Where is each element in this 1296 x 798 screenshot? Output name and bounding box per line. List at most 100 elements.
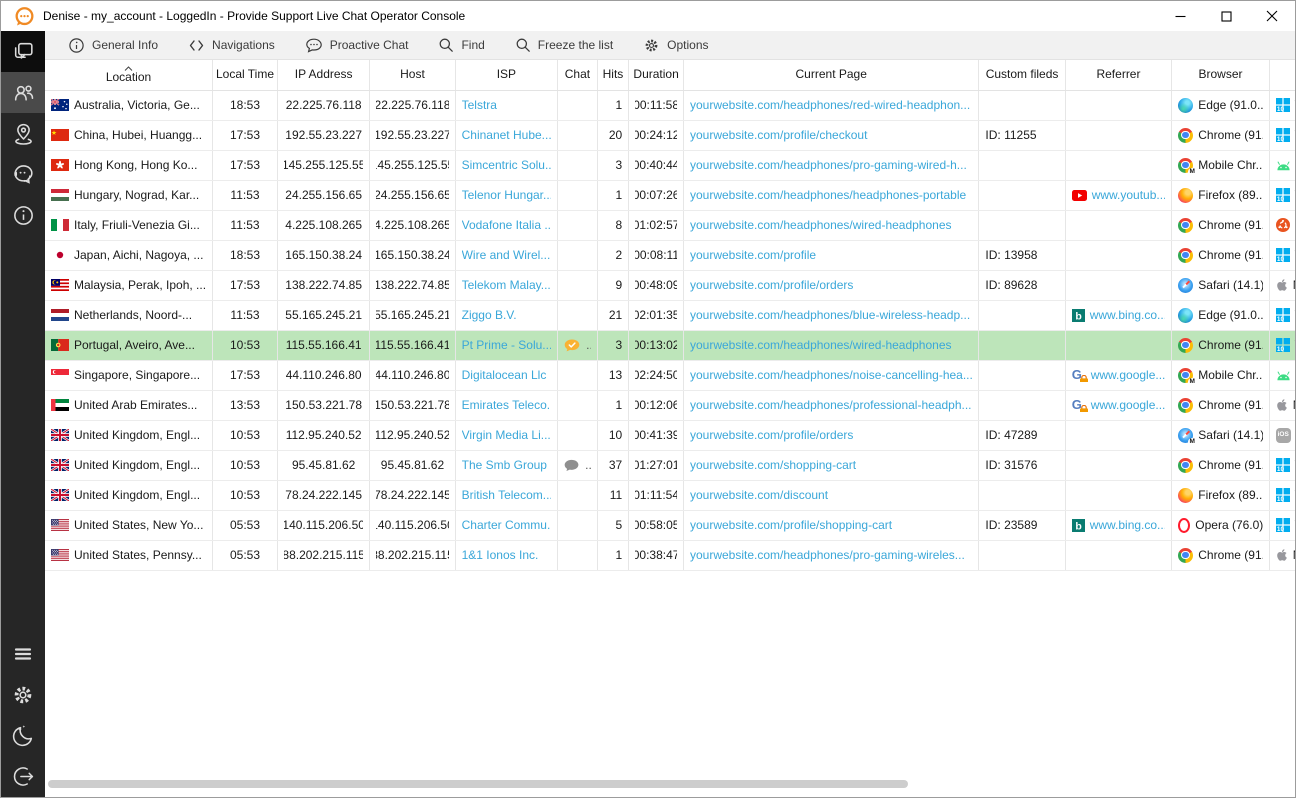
table-row[interactable]: Hong Kong, Hong Ko...17:53145.255.125.55… — [45, 150, 1295, 180]
referrer-link[interactable]: www.bing.co... — [1090, 518, 1166, 532]
referrer-link[interactable]: www.youtub... — [1092, 188, 1166, 202]
referrer-link[interactable]: www.bing.co... — [1090, 308, 1166, 322]
referrer-link[interactable]: www.google... — [1091, 368, 1166, 382]
ip-address-text: 24.255.156.65 — [285, 188, 362, 202]
cell-chat: ... — [558, 450, 598, 480]
column-header-os[interactable]: OS — [1269, 60, 1295, 90]
table-row[interactable]: Malaysia, Perak, Ipoh, ...17:53138.222.7… — [45, 270, 1295, 300]
sidebar-item-night-mode[interactable] — [1, 715, 45, 756]
column-header-chat[interactable]: Chat — [558, 60, 598, 90]
column-header-browser[interactable]: Browser — [1172, 60, 1269, 90]
cell-hits: 3 — [597, 330, 628, 360]
minimize-button[interactable] — [1157, 1, 1203, 31]
table-row[interactable]: Netherlands, Noord-...11:5355.165.245.21… — [45, 300, 1295, 330]
current-page-link[interactable]: yourwebsite.com/headphones/pro-gaming-wi… — [690, 158, 967, 172]
toolbar-find-button[interactable]: Find — [423, 31, 499, 59]
sidebar-item-logout[interactable] — [1, 756, 45, 797]
isp-link[interactable]: The Smb Group — [462, 458, 547, 472]
current-page-link[interactable]: yourwebsite.com/profile/checkout — [690, 128, 867, 142]
table-row[interactable]: Japan, Aichi, Nagoya, ...18:53165.150.38… — [45, 240, 1295, 270]
sidebar-item-visitors[interactable] — [1, 72, 45, 113]
hits-count: 20 — [609, 128, 622, 142]
current-page-link[interactable]: yourwebsite.com/headphones/pro-gaming-wi… — [690, 548, 965, 562]
flag-us-icon — [51, 519, 69, 531]
current-page-link[interactable]: yourwebsite.com/profile/orders — [690, 278, 853, 292]
geo-location-icon — [11, 121, 36, 146]
cell-os: 10Win — [1269, 300, 1295, 330]
isp-link[interactable]: Telenor Hungar... — [462, 188, 552, 202]
current-page-link[interactable]: yourwebsite.com/headphones/wired-headpho… — [690, 338, 952, 352]
table-row[interactable]: United Kingdom, Engl...10:5395.45.81.629… — [45, 450, 1295, 480]
sidebar-item-menu[interactable] — [1, 633, 45, 674]
cell-browser: Chrome (91... — [1172, 210, 1269, 240]
column-header-page[interactable]: Current Page — [684, 60, 979, 90]
table-row[interactable]: China, Hubei, Huangg...17:53192.55.23.22… — [45, 120, 1295, 150]
isp-link[interactable]: Digitalocean Llc — [462, 368, 547, 382]
column-header-custom[interactable]: Custom fileds — [979, 60, 1065, 90]
isp-link[interactable]: Emirates Teleco... — [462, 398, 552, 412]
sidebar-top-group — [1, 31, 45, 236]
cell-hits: 1 — [597, 90, 628, 120]
toolbar-options-button[interactable]: Options — [628, 31, 723, 59]
isp-link[interactable]: Charter Commu... — [462, 518, 552, 532]
table-row[interactable]: Portugal, Aveiro, Ave...10:53115.55.166.… — [45, 330, 1295, 360]
isp-link[interactable]: 1&1 Ionos Inc. — [462, 548, 539, 562]
table-row[interactable]: United States, Pennsy...05:5388.202.215.… — [45, 540, 1295, 570]
chrome-icon — [1178, 398, 1193, 413]
close-button[interactable] — [1249, 1, 1295, 31]
referrer-link[interactable]: www.google... — [1091, 398, 1166, 412]
isp-link[interactable]: Chinanet Hube... — [462, 128, 552, 142]
current-page-link[interactable]: yourwebsite.com/headphones/professional-… — [690, 398, 972, 412]
current-page-link[interactable]: yourwebsite.com/profile/shopping-cart — [690, 518, 892, 532]
table-row[interactable]: United Kingdom, Engl...10:5378.24.222.14… — [45, 480, 1295, 510]
isp-link[interactable]: British Telecom... — [462, 488, 552, 502]
column-header-host[interactable]: Host — [370, 60, 455, 90]
column-header-isp[interactable]: ISP — [455, 60, 558, 90]
cell-page: yourwebsite.com/profile/shopping-cart — [684, 510, 979, 540]
sidebar-item-operator-chat[interactable] — [1, 154, 45, 195]
isp-link[interactable]: Telekom Malay... — [462, 278, 551, 292]
cell-referrer — [1065, 540, 1172, 570]
maximize-button[interactable] — [1203, 1, 1249, 31]
sidebar-item-geo-location[interactable] — [1, 113, 45, 154]
isp-link[interactable]: Pt Prime - Solu... — [462, 338, 552, 352]
table-row[interactable]: Hungary, Nograd, Kar...11:5324.255.156.6… — [45, 180, 1295, 210]
current-page-link[interactable]: yourwebsite.com/headphones/noise-cancell… — [690, 368, 972, 382]
current-page-link[interactable]: yourwebsite.com/headphones/wired-headpho… — [690, 218, 952, 232]
toolbar-freeze-the-list-button[interactable]: Freeze the list — [500, 31, 628, 59]
table-row[interactable]: Australia, Victoria, Ge...18:5322.225.76… — [45, 90, 1295, 120]
current-page-link[interactable]: yourwebsite.com/profile — [690, 248, 816, 262]
toolbar-general-info-button[interactable]: General Info — [53, 31, 173, 59]
current-page-link[interactable]: yourwebsite.com/headphones/red-wired-hea… — [690, 98, 970, 112]
cell-referrer — [1065, 210, 1172, 240]
toolbar-navigations-button[interactable]: Navigations — [173, 31, 290, 59]
current-page-link[interactable]: yourwebsite.com/profile/orders — [690, 428, 853, 442]
column-header-duration[interactable]: Duration — [629, 60, 684, 90]
column-header-referrer[interactable]: Referrer — [1065, 60, 1172, 90]
column-header-hits[interactable]: Hits — [597, 60, 628, 90]
table-row[interactable]: Singapore, Singapore...17:5344.110.246.8… — [45, 360, 1295, 390]
isp-link[interactable]: Vodafone Italia ... — [462, 218, 552, 232]
table-row[interactable]: United Kingdom, Engl...10:53112.95.240.5… — [45, 420, 1295, 450]
table-row[interactable]: Italy, Friuli-Venezia Gi...11:534.225.10… — [45, 210, 1295, 240]
toolbar-proactive-chat-button[interactable]: Proactive Chat — [290, 31, 424, 59]
isp-link[interactable]: Wire and Wirel... — [462, 248, 551, 262]
sidebar-item-settings[interactable] — [1, 674, 45, 715]
isp-link[interactable]: Ziggo B.V. — [462, 308, 517, 322]
current-page-link[interactable]: yourwebsite.com/headphones/headphones-po… — [690, 188, 966, 202]
isp-link[interactable]: Virgin Media Li... — [462, 428, 551, 442]
table-row[interactable]: United Arab Emirates...13:53150.53.221.7… — [45, 390, 1295, 420]
sidebar-item-information[interactable] — [1, 195, 45, 236]
sidebar-item-chats[interactable] — [1, 31, 45, 72]
isp-link[interactable]: Simcentric Solu... — [462, 158, 552, 172]
isp-link[interactable]: Telstra — [462, 98, 497, 112]
operator-chat-icon — [11, 162, 36, 187]
current-page-link[interactable]: yourwebsite.com/headphones/blue-wireless… — [690, 308, 970, 322]
column-header-location[interactable]: Location — [45, 60, 213, 90]
current-page-link[interactable]: yourwebsite.com/shopping-cart — [690, 458, 856, 472]
table-row[interactable]: United States, New Yo...05:53140.115.206… — [45, 510, 1295, 540]
column-header-time[interactable]: Local Time — [213, 60, 278, 90]
horizontal-scrollbar-thumb[interactable] — [48, 780, 908, 788]
current-page-link[interactable]: yourwebsite.com/discount — [690, 488, 828, 502]
column-header-ip[interactable]: IP Address — [277, 60, 369, 90]
